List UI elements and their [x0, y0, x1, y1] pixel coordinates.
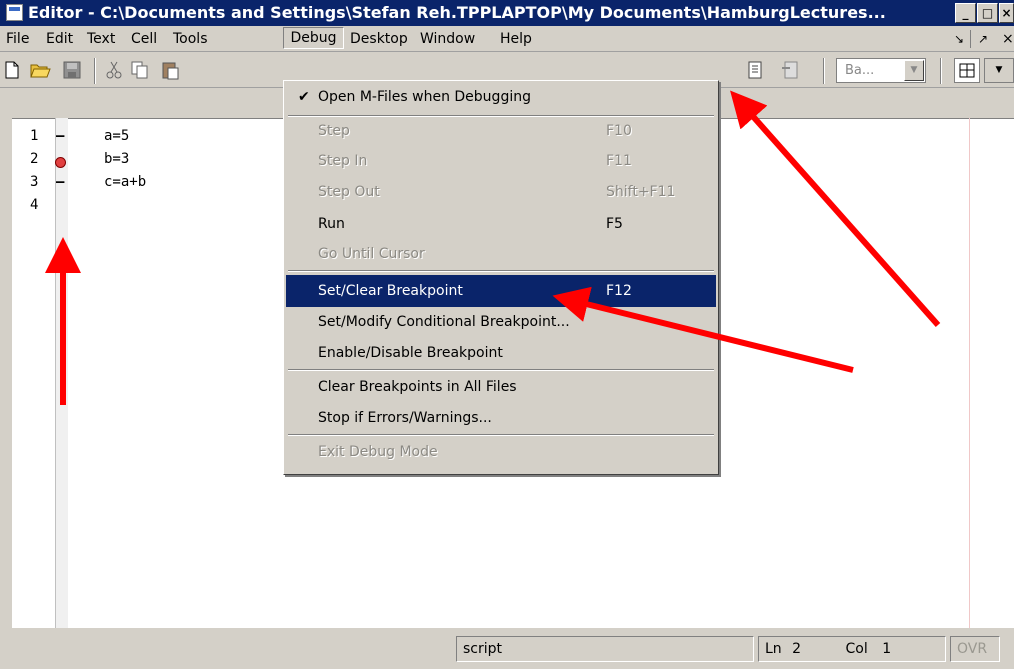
executable-line-marker[interactable]: – [56, 128, 64, 144]
app-icon[interactable] [6, 4, 23, 21]
stack-combo[interactable]: Ba... ▼ [836, 58, 926, 83]
copy-icon[interactable] [130, 60, 150, 80]
menu-item-run[interactable]: Run F5 [286, 208, 716, 240]
menu-tools[interactable]: Tools [173, 30, 208, 48]
open-file-icon[interactable] [30, 60, 51, 80]
toolbar-separator [940, 58, 942, 84]
breakpoint-icon[interactable] [55, 157, 66, 168]
menu-window[interactable]: Window [420, 30, 475, 48]
stack-combo-value: Ba... [845, 63, 875, 78]
menu-help[interactable]: Help [500, 30, 532, 48]
line-number: 2 [30, 151, 39, 167]
menu-text[interactable]: Text [87, 30, 115, 48]
col-value: 1 [882, 641, 892, 657]
menu-item-go-until-cursor[interactable]: Go Until Cursor [286, 238, 716, 270]
menu-item-stop-if-errors[interactable]: Stop if Errors/Warnings... [286, 402, 716, 434]
step-out-icon[interactable] [780, 60, 800, 80]
close-button[interactable]: × [999, 3, 1014, 23]
window-title: Editor - C:\Documents and Settings\Stefa… [28, 3, 886, 22]
toolbar-separator [94, 58, 96, 84]
line-value: 2 [792, 641, 802, 657]
cut-icon[interactable] [104, 60, 124, 80]
menu-item-open-mfiles[interactable]: ✔ Open M-Files when Debugging [286, 81, 716, 113]
menubar-close-icon[interactable]: × [1002, 30, 1014, 48]
executable-line-marker[interactable]: – [56, 174, 64, 190]
right-margin-line [969, 118, 970, 628]
menu-item-step-out[interactable]: Step Out Shift+F11 [286, 176, 716, 208]
grid-layout-button[interactable] [954, 58, 980, 83]
code-line[interactable]: b=3 [104, 151, 129, 167]
menu-item-conditional-breakpoint[interactable]: Set/Modify Conditional Breakpoint... [286, 306, 716, 338]
line-number: 4 [30, 197, 39, 213]
menu-item-exit-debug[interactable]: Exit Debug Mode [286, 436, 716, 468]
checkmark-icon: ✔ [298, 89, 310, 105]
chevron-down-icon[interactable]: ▼ [904, 60, 924, 81]
menu-item-set-clear-breakpoint[interactable]: Set/Clear Breakpoint F12 [286, 275, 716, 307]
minimize-button[interactable]: _ [955, 3, 976, 23]
toolbar-separator [823, 58, 825, 84]
menu-separator [288, 270, 714, 272]
layout-dropdown-icon[interactable]: ▼ [984, 58, 1014, 83]
step-icon[interactable] [746, 60, 766, 80]
code-line[interactable]: a=5 [104, 128, 129, 144]
menu-item-clear-all-breakpoints[interactable]: Clear Breakpoints in All Files [286, 371, 716, 403]
new-file-icon[interactable] [2, 60, 22, 80]
status-mode: script [456, 636, 754, 662]
dock-icon[interactable]: ↗ [978, 30, 988, 48]
line-number: 3 [30, 174, 39, 190]
status-position: Ln 2 Col 1 [758, 636, 946, 662]
line-label: Ln [765, 641, 782, 657]
menu-item-step[interactable]: Step F10 [286, 115, 716, 147]
save-icon[interactable] [62, 60, 82, 80]
paste-icon[interactable] [160, 60, 180, 80]
menu-cell[interactable]: Cell [131, 30, 157, 48]
status-ovr: OVR [950, 636, 1000, 662]
menu-item-step-in[interactable]: Step In F11 [286, 145, 716, 177]
menu-item-enable-disable-breakpoint[interactable]: Enable/Disable Breakpoint [286, 337, 716, 369]
menubar-divider [970, 30, 971, 48]
menu-file[interactable]: File [6, 30, 29, 48]
col-label: Col [845, 641, 868, 657]
line-number: 1 [30, 128, 39, 144]
breakpoint-gutter[interactable] [55, 118, 68, 628]
menu-edit[interactable]: Edit [46, 30, 73, 48]
menu-desktop[interactable]: Desktop [350, 30, 408, 48]
code-line[interactable]: c=a+b [104, 174, 146, 190]
menu-debug[interactable]: Debug [283, 27, 344, 49]
maximize-button[interactable]: □ [977, 3, 998, 23]
undock-icon[interactable]: ↘ [954, 30, 964, 48]
